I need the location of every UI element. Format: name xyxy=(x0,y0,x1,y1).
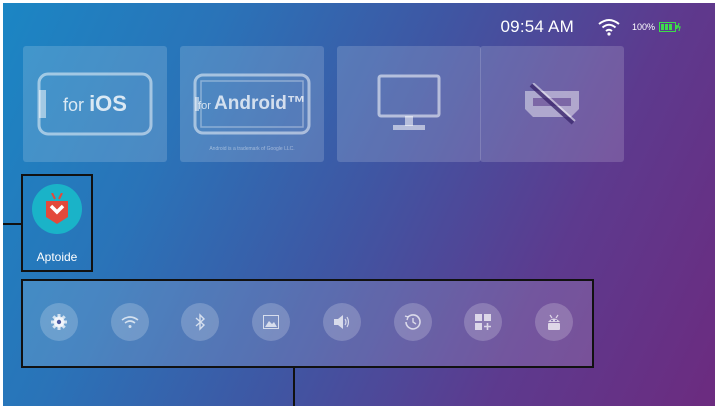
volume-icon xyxy=(334,315,350,329)
apps-add-icon xyxy=(475,314,491,330)
android-trademark-note: Android is a trademark of Google LLC. xyxy=(209,146,295,152)
history-button[interactable] xyxy=(394,303,432,341)
clock: 09:54 AM xyxy=(500,17,574,36)
tile-screen-cast[interactable] xyxy=(337,46,481,162)
tile-android-name: Android™ xyxy=(214,93,306,114)
android-icon xyxy=(548,314,560,330)
tile-ios-prefix: for xyxy=(63,95,85,115)
tile-hdmi[interactable] xyxy=(480,46,624,162)
tile-ios-name: iOS xyxy=(89,91,127,116)
app-label: Aptoide xyxy=(36,250,78,264)
wifi-icon xyxy=(598,19,620,36)
tile-android-prefix: for xyxy=(198,100,211,112)
status-bar: 09:54 AM 100% xyxy=(501,17,681,37)
history-icon xyxy=(404,314,421,330)
callout-line-bottom xyxy=(293,366,295,406)
image-icon xyxy=(263,315,279,329)
hdmi-disconnected-icon xyxy=(525,83,579,125)
monitor-icon xyxy=(377,74,441,130)
battery-icon xyxy=(659,22,681,32)
volume-button[interactable] xyxy=(323,303,361,341)
settings-dock xyxy=(21,279,594,368)
gear-icon xyxy=(51,314,67,330)
wifi-icon xyxy=(121,316,139,328)
gallery-button[interactable] xyxy=(252,303,290,341)
iphone-icon: for iOS xyxy=(37,72,153,136)
aptoide-icon xyxy=(32,184,82,234)
bluetooth-icon xyxy=(195,313,206,331)
bluetooth-button[interactable] xyxy=(181,303,219,341)
tile-android-mirroring[interactable]: for Android™ Android is a trademark of G… xyxy=(180,46,324,162)
battery-percent: 100% xyxy=(631,22,655,32)
launcher-screen: 09:54 AM 100% for iOS for Android™ Andro… xyxy=(3,3,715,406)
tile-ios-mirroring[interactable]: for iOS xyxy=(23,46,167,162)
app-aptoide[interactable]: Aptoide xyxy=(21,174,93,272)
apps-button[interactable] xyxy=(464,303,502,341)
android-settings-button[interactable] xyxy=(535,303,573,341)
callout-line xyxy=(3,223,21,225)
wifi-settings-button[interactable] xyxy=(111,303,149,341)
settings-button[interactable] xyxy=(40,303,78,341)
android-phone-icon: for Android™ xyxy=(193,73,311,135)
